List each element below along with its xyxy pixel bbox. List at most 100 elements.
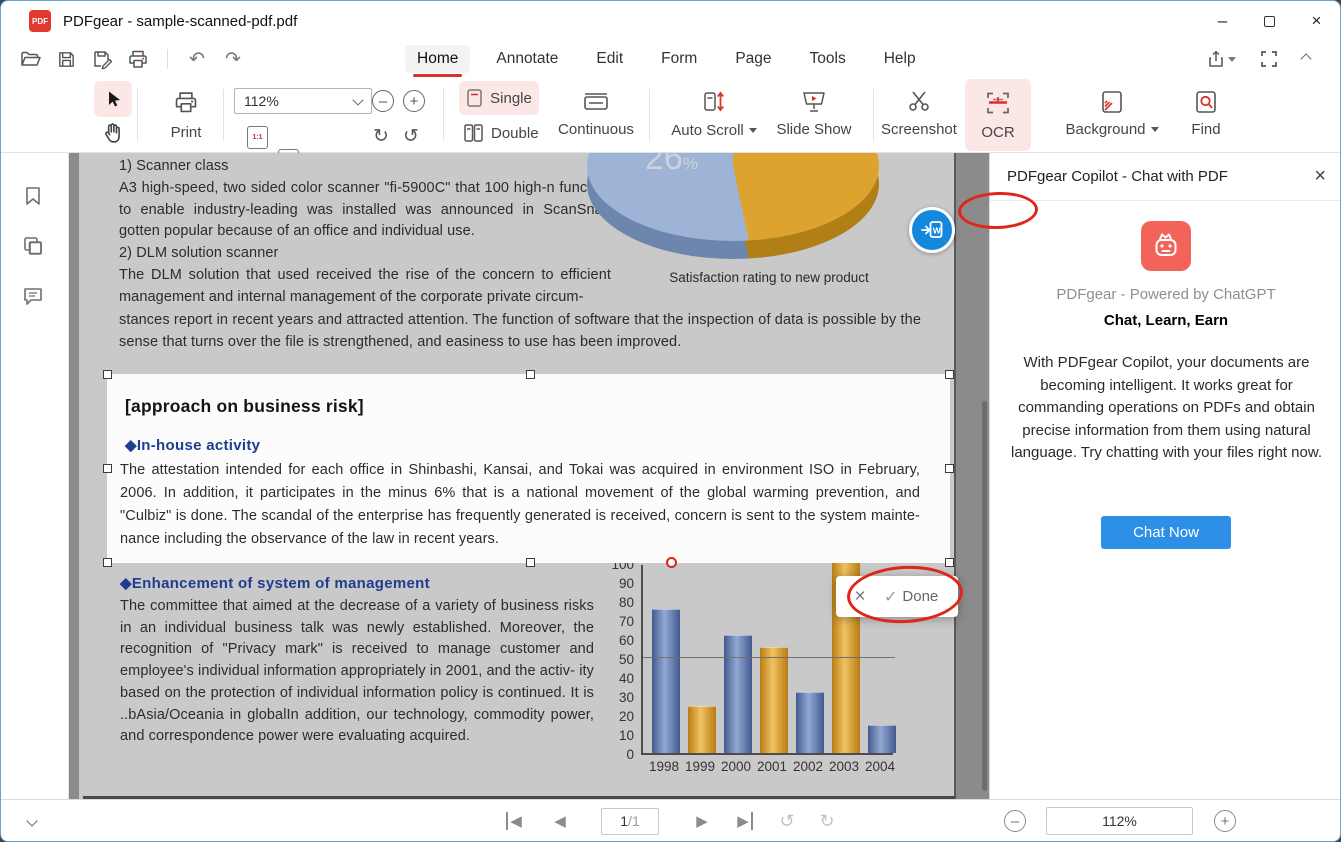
open-file-button[interactable] (17, 46, 43, 72)
tab-help[interactable]: Help (872, 45, 928, 73)
copilot-robot-icon (1141, 221, 1191, 271)
selection-body-text: The attestation intended for each office… (120, 459, 920, 551)
last-page-button[interactable]: ▶ (730, 800, 760, 842)
selection-handle-bottom-right[interactable] (945, 558, 954, 567)
selection-handle-top-left[interactable] (103, 370, 112, 379)
actual-size-button[interactable]: 1:1 (247, 126, 268, 149)
selection-handle-top-right[interactable] (945, 370, 954, 379)
slide-show-button[interactable]: Slide Show (771, 89, 857, 138)
selection-handle-mid-left[interactable] (103, 464, 112, 473)
ocr-selection-region[interactable]: [approach on business risk] ◆In-house ac… (107, 374, 950, 563)
find-button[interactable]: Find (1181, 89, 1231, 138)
page-number-box[interactable]: 1/1 (601, 800, 659, 842)
status-zoom-box[interactable]: 112% (1046, 800, 1193, 842)
copilot-panel-title: PDFgear Copilot - Chat with PDF (1007, 168, 1228, 185)
collapse-toolbar-button[interactable] (1302, 50, 1310, 68)
bookmarks-panel-button[interactable] (21, 184, 45, 208)
next-page-button[interactable]: ▶ (687, 800, 717, 842)
status-zoom-in-button[interactable]: + (1214, 800, 1236, 842)
bar-y-tick: 50 (619, 652, 634, 667)
copilot-panel-header: PDFgear Copilot - Chat with PDF × (990, 153, 1341, 201)
select-tool-button[interactable] (94, 81, 132, 117)
printer-icon (127, 48, 149, 70)
print-button[interactable]: Print (161, 89, 211, 141)
comments-panel-button[interactable] (21, 284, 45, 308)
previous-page-icon: ◀ (554, 812, 566, 830)
save-button[interactable] (53, 46, 79, 72)
bar (760, 647, 788, 753)
tab-edit[interactable]: Edit (584, 45, 635, 73)
paragraph-text: A3 high-speed, two sided color scanner "… (119, 178, 611, 243)
selection-handle-mid-right[interactable] (945, 464, 954, 473)
previous-page-button[interactable]: ◀ (545, 800, 575, 842)
selection-rotate-handle[interactable] (666, 557, 677, 568)
rotate-counterclockwise-button[interactable]: ↺ (403, 125, 419, 148)
tab-form[interactable]: Form (649, 45, 709, 73)
double-page-icon (463, 123, 484, 143)
redo-button[interactable]: ↷ (220, 46, 246, 72)
thumbnails-panel-button[interactable] (21, 234, 45, 258)
selection-handle-bottom-center[interactable] (526, 558, 535, 567)
document-scrollbar[interactable] (982, 401, 987, 791)
bar (868, 725, 896, 754)
pdfgear-window: PDF PDFgear - sample-scanned-pdf.pdf – ×… (0, 0, 1341, 842)
rotate-clockwise-button[interactable]: ↻ (373, 125, 389, 148)
tab-tools[interactable]: Tools (798, 45, 858, 73)
document-canvas[interactable]: 1) Scanner class A3 high-speed, two side… (69, 153, 989, 801)
slide-show-icon (800, 89, 828, 115)
screenshot-button[interactable]: Screenshot (875, 89, 963, 138)
save-icon (56, 49, 77, 70)
double-page-view-button[interactable]: Double (463, 123, 539, 143)
single-page-view-button[interactable]: Single (459, 81, 539, 115)
bar-xlabels: 1998199920002001200220032004 (641, 759, 921, 777)
scissors-icon (905, 89, 933, 115)
word-convert-icon: W (918, 216, 946, 244)
bar-x-label: 2002 (789, 759, 827, 774)
status-zoom-value: 112% (1046, 807, 1193, 835)
bar-x-label: 2004 (861, 759, 899, 774)
quick-print-button[interactable] (125, 46, 151, 72)
chat-now-button[interactable]: Chat Now (1101, 516, 1231, 549)
share-caret-icon (1228, 57, 1236, 62)
close-button[interactable]: × (1293, 1, 1340, 41)
hand-tool-button[interactable] (100, 121, 126, 147)
minimize-button[interactable]: – (1199, 1, 1246, 41)
save-as-button[interactable] (89, 46, 115, 72)
tab-page[interactable]: Page (723, 45, 783, 73)
bar-x-label: 2001 (753, 759, 791, 774)
zoom-in-button[interactable]: + (403, 90, 425, 112)
status-zoom-out-button[interactable]: – (1004, 800, 1026, 842)
bar (724, 635, 752, 753)
first-page-button[interactable]: ◀ (499, 800, 529, 842)
bookmark-icon (21, 184, 45, 208)
redo-icon: ↷ (225, 50, 241, 69)
zoom-out-button[interactable]: – (372, 90, 394, 112)
undo-button[interactable]: ↶ (184, 46, 210, 72)
maximize-icon (1264, 16, 1275, 27)
bar-y-tick: 70 (619, 614, 634, 629)
maximize-button[interactable] (1246, 1, 1293, 41)
chevron-down-icon (352, 94, 363, 105)
view-history-back-button[interactable]: ↺ (771, 800, 803, 842)
bar-x-label: 2003 (825, 759, 863, 774)
selection-handle-top-center[interactable] (526, 370, 535, 379)
background-button[interactable]: Background (1056, 89, 1168, 138)
toolbar-separator (223, 89, 224, 141)
tab-home[interactable]: Home (405, 45, 470, 73)
view-history-forward-button[interactable]: ↻ (811, 800, 843, 842)
fullscreen-icon (1260, 50, 1278, 68)
section-heading: ◆Enhancement of system of management (120, 574, 594, 592)
auto-scroll-button[interactable]: Auto Scroll (663, 89, 765, 139)
close-panel-button[interactable]: × (1314, 165, 1326, 188)
fullscreen-button[interactable] (1260, 50, 1278, 68)
zoom-level-select[interactable]: 112% (234, 88, 372, 114)
selection-handle-bottom-left[interactable] (103, 558, 112, 567)
tab-annotate[interactable]: Annotate (484, 45, 570, 73)
continuous-view-button[interactable]: Continuous (556, 89, 636, 138)
convert-to-word-button[interactable]: W (909, 207, 955, 253)
bar-y-tick: 10 (619, 728, 634, 743)
cursor-arrow-icon (103, 89, 123, 109)
share-button[interactable] (1206, 49, 1236, 69)
ocr-button[interactable]: OCR (965, 79, 1031, 151)
collapse-sidebar-button[interactable] (19, 800, 45, 842)
